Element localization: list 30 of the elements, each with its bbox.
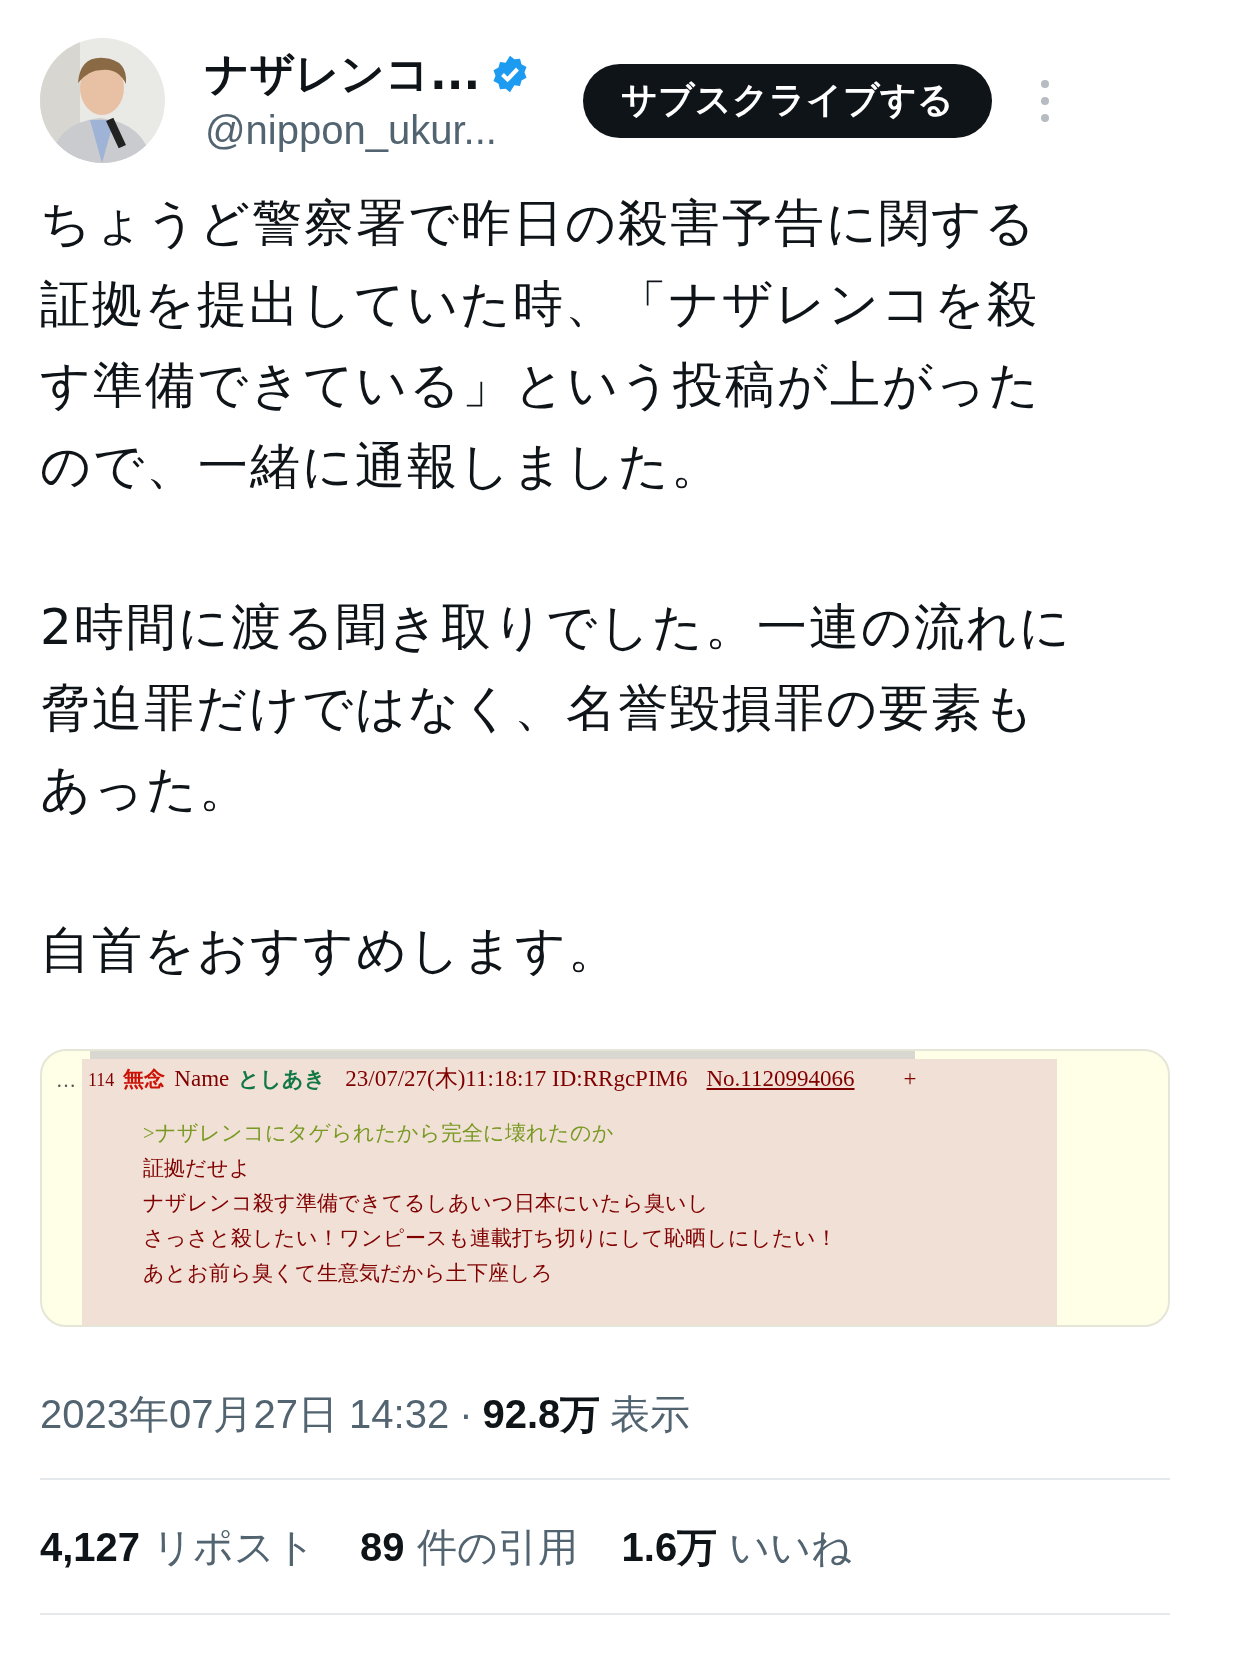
subscribe-button[interactable]: サブスクライブする — [583, 63, 992, 138]
view-count: 92.8万 — [482, 1391, 601, 1438]
post-line: 証拠だせよ — [143, 1156, 252, 1181]
post-timestamp[interactable]: 2023年07月27日 14:32 — [40, 1387, 450, 1442]
stat-label[interactable]: リポスト — [152, 1520, 317, 1575]
name-label: Name — [174, 1066, 230, 1092]
post-line: さっさと殺したい！ワンピースも連載打ち切りにして恥晒しにしたい！ — [143, 1226, 838, 1251]
post-subject: 無念 — [123, 1066, 166, 1093]
post-paragraph: 自首をおすすめします。 — [40, 920, 621, 981]
post-number-link[interactable]: No.1120994066 — [706, 1066, 855, 1092]
poster-name: としあき — [238, 1066, 327, 1093]
plus-link[interactable]: + — [903, 1066, 917, 1092]
post-paragraph: 2時間に渡る聞き取りでした。一連の流れに脅迫罪だけではなく、名誉毀損罪の要素もあった。 — [40, 597, 1073, 820]
stat-count[interactable]: 1.6万 — [621, 1520, 718, 1575]
author-handle[interactable]: @nippon_ukur... — [205, 102, 575, 157]
separator-dot: · — [459, 1392, 473, 1437]
post-paragraph: ちょうど警察署で昨日の殺害予告に関する証拠を提出していた時、「ナザレンコを殺す準備できている」という投稿が上がったので、一緒に通報しました。 — [40, 193, 1042, 497]
stat-label[interactable]: いいね — [729, 1520, 853, 1575]
views-label: 表示 — [610, 1391, 691, 1438]
author-name[interactable]: ナザレンコ... — [205, 44, 481, 103]
post-line: ナザレンコ殺す準備できてるしあいつ日本にいたら臭いし — [143, 1191, 710, 1216]
stat-count[interactable]: 89 — [360, 1525, 405, 1570]
stat-count[interactable]: 4,127 — [40, 1525, 141, 1570]
menu-dots[interactable]: … — [42, 1059, 82, 1092]
post-line: あとお前ら臭くて生意気だから土下座しろ — [143, 1261, 554, 1286]
more-options-icon[interactable] — [1040, 78, 1050, 123]
post-number: 114 — [88, 1070, 115, 1091]
post-date: 23/07/27(木)11:18:17 ID:RRgcPIM6 — [345, 1065, 688, 1093]
stat-label[interactable]: 件の引用 — [416, 1520, 578, 1575]
post-line: >ナザレンコにタゲられたから完全に壊れたのか — [143, 1121, 615, 1146]
